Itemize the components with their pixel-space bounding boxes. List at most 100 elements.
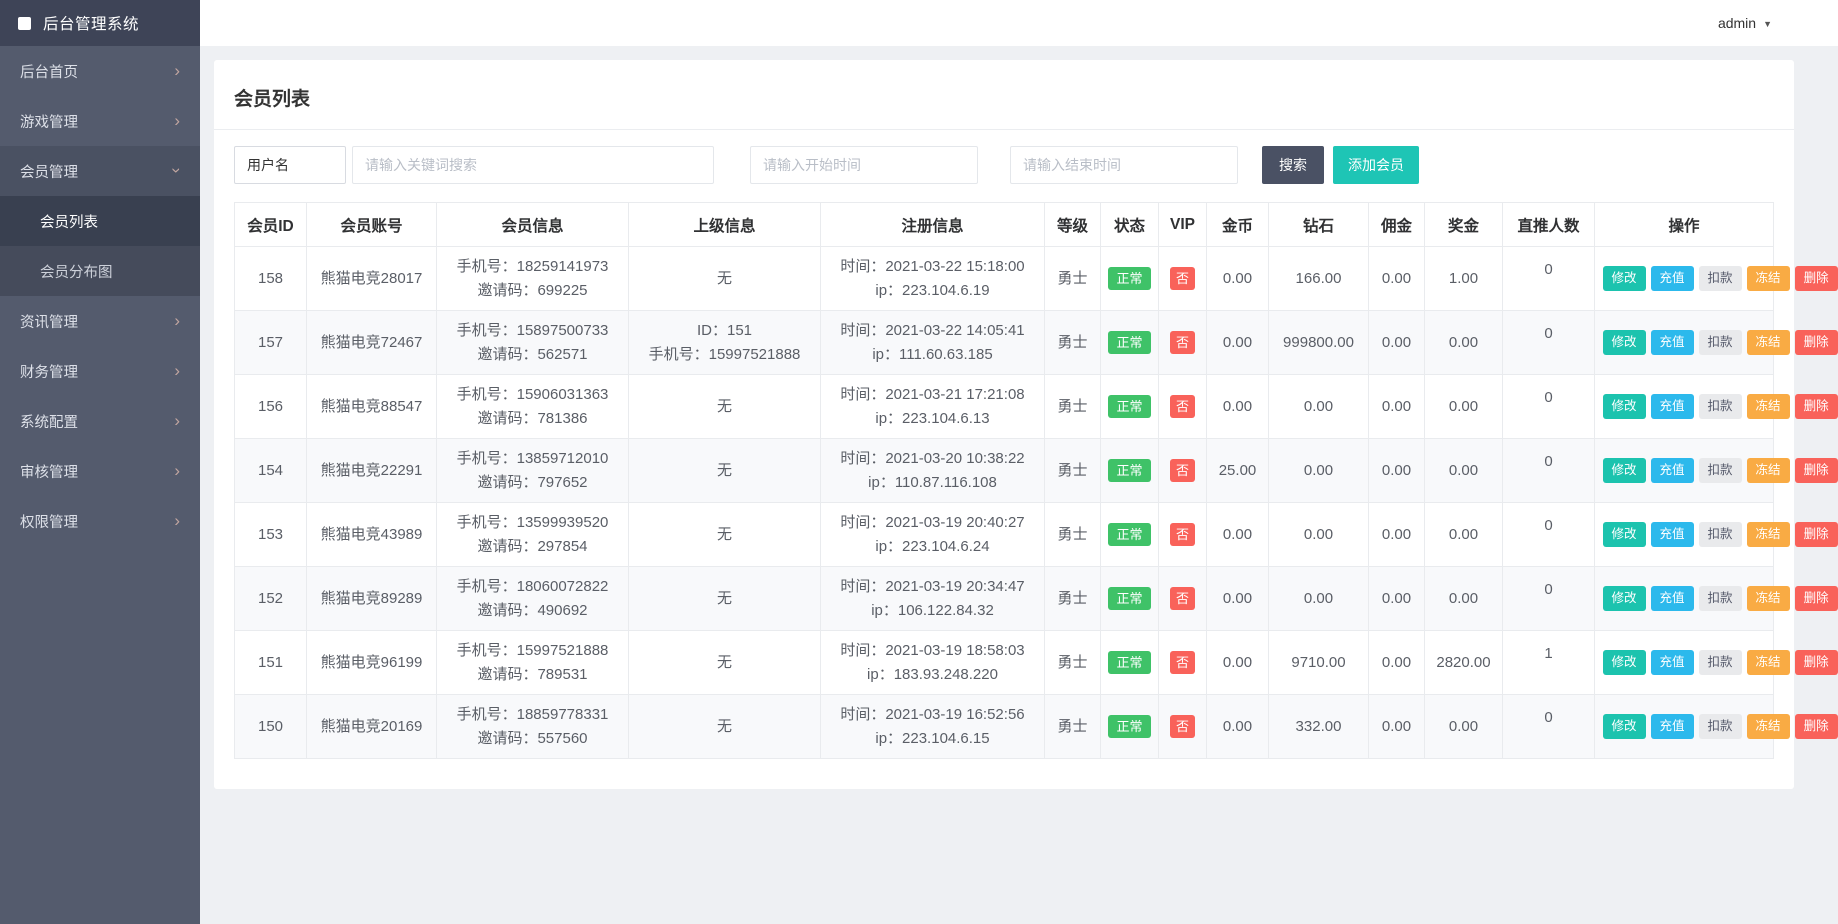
cell-parent-info: 无 xyxy=(629,247,821,311)
cell-account: 熊猫电竞22291 xyxy=(307,439,437,503)
cell-parent-info: 无 xyxy=(629,567,821,631)
cell-status: 正常 xyxy=(1101,695,1159,759)
keyword-input[interactable] xyxy=(352,146,714,184)
deduct-button[interactable]: 扣款 xyxy=(1699,266,1742,291)
cell-member-info: 手机号：18859778331邀请码：557560 xyxy=(437,695,629,759)
deduct-button[interactable]: 扣款 xyxy=(1699,458,1742,483)
end-time-input[interactable] xyxy=(1010,146,1238,184)
sidebar-item-游戏管理[interactable]: 游戏管理› xyxy=(0,96,200,146)
parent-info-line: ID：151 xyxy=(634,319,815,342)
cell-actions: 修改充值扣款冻结删除 xyxy=(1595,503,1774,567)
recharge-button[interactable]: 充值 xyxy=(1651,522,1694,547)
column-header-状态: 状态 xyxy=(1101,203,1159,247)
chevron-down-icon: ▼ xyxy=(1763,19,1772,29)
cell-account: 熊猫电竞28017 xyxy=(307,247,437,311)
chevron-right-icon: › xyxy=(174,112,180,129)
edit-button[interactable]: 修改 xyxy=(1603,458,1646,483)
edit-button[interactable]: 修改 xyxy=(1603,650,1646,675)
cell-referrals: 1 xyxy=(1503,631,1595,695)
deduct-button[interactable]: 扣款 xyxy=(1699,522,1742,547)
delete-button[interactable]: 删除 xyxy=(1795,394,1838,419)
delete-button[interactable]: 删除 xyxy=(1795,522,1838,547)
recharge-button[interactable]: 充值 xyxy=(1651,266,1694,291)
register-info-line: 时间：2021-03-22 15:18:00 xyxy=(826,255,1039,278)
cell-member-id: 158 xyxy=(235,247,307,311)
edit-button[interactable]: 修改 xyxy=(1603,522,1646,547)
recharge-button[interactable]: 充值 xyxy=(1651,714,1694,739)
cell-actions: 修改充值扣款冻结删除 xyxy=(1595,439,1774,503)
cell-commission: 0.00 xyxy=(1369,439,1425,503)
edit-button[interactable]: 修改 xyxy=(1603,714,1646,739)
cell-register-info: 时间：2021-03-19 16:52:56ip：223.104.6.15 xyxy=(821,695,1045,759)
cell-actions: 修改充值扣款冻结删除 xyxy=(1595,247,1774,311)
register-info-line: 时间：2021-03-19 20:40:27 xyxy=(826,511,1039,534)
deduct-button[interactable]: 扣款 xyxy=(1699,586,1742,611)
member-info-line: 邀请码：557560 xyxy=(442,727,623,750)
member-info-line: 手机号：13859712010 xyxy=(442,447,623,470)
delete-button[interactable]: 删除 xyxy=(1795,586,1838,611)
freeze-button[interactable]: 冻结 xyxy=(1747,330,1790,355)
user-dropdown[interactable]: admin ▼ xyxy=(1718,15,1772,31)
cell-account: 熊猫电竞89289 xyxy=(307,567,437,631)
sidebar-item-label: 系统配置 xyxy=(20,411,78,432)
freeze-button[interactable]: 冻结 xyxy=(1747,266,1790,291)
parent-info-line: 无 xyxy=(634,395,815,418)
cell-status: 正常 xyxy=(1101,439,1159,503)
freeze-button[interactable]: 冻结 xyxy=(1747,394,1790,419)
freeze-button[interactable]: 冻结 xyxy=(1747,650,1790,675)
add-member-button[interactable]: 添加会员 xyxy=(1333,146,1419,184)
app-title: 后台管理系统 xyxy=(43,12,139,34)
cell-member-id: 152 xyxy=(235,567,307,631)
delete-button[interactable]: 删除 xyxy=(1795,266,1838,291)
cell-level: 勇士 xyxy=(1045,503,1101,567)
sidebar-item-label: 财务管理 xyxy=(20,361,78,382)
chevron-right-icon: › xyxy=(174,62,180,79)
cell-bonus: 0.00 xyxy=(1425,503,1503,567)
chevron-right-icon: › xyxy=(174,362,180,379)
freeze-button[interactable]: 冻结 xyxy=(1747,714,1790,739)
edit-button[interactable]: 修改 xyxy=(1603,266,1646,291)
sidebar-subitem-会员分布图[interactable]: 会员分布图 xyxy=(0,246,200,296)
cell-level: 勇士 xyxy=(1045,247,1101,311)
cell-diamond: 0.00 xyxy=(1269,375,1369,439)
freeze-button[interactable]: 冻结 xyxy=(1747,458,1790,483)
table-header-row: 会员ID会员账号会员信息上级信息注册信息等级状态VIP金币钻石佣金奖金直推人数操… xyxy=(235,203,1774,247)
edit-button[interactable]: 修改 xyxy=(1603,330,1646,355)
deduct-button[interactable]: 扣款 xyxy=(1699,714,1742,739)
cell-vip: 否 xyxy=(1159,631,1207,695)
sidebar-item-后台首页[interactable]: 后台首页› xyxy=(0,46,200,96)
edit-button[interactable]: 修改 xyxy=(1603,586,1646,611)
freeze-button[interactable]: 冻结 xyxy=(1747,586,1790,611)
recharge-button[interactable]: 充值 xyxy=(1651,330,1694,355)
recharge-button[interactable]: 充值 xyxy=(1651,394,1694,419)
field-select[interactable]: 用户名 xyxy=(234,146,346,184)
cell-gold: 25.00 xyxy=(1207,439,1269,503)
start-time-input[interactable] xyxy=(750,146,978,184)
filter-bar: 用户名 搜索 添加会员 xyxy=(214,130,1794,196)
freeze-button[interactable]: 冻结 xyxy=(1747,522,1790,547)
delete-button[interactable]: 删除 xyxy=(1795,330,1838,355)
sidebar-item-资讯管理[interactable]: 资讯管理› xyxy=(0,296,200,346)
deduct-button[interactable]: 扣款 xyxy=(1699,650,1742,675)
sidebar-item-权限管理[interactable]: 权限管理› xyxy=(0,496,200,546)
cell-level: 勇士 xyxy=(1045,311,1101,375)
sidebar-item-审核管理[interactable]: 审核管理› xyxy=(0,446,200,496)
deduct-button[interactable]: 扣款 xyxy=(1699,330,1742,355)
sidebar-item-系统配置[interactable]: 系统配置› xyxy=(0,396,200,446)
delete-button[interactable]: 删除 xyxy=(1795,714,1838,739)
recharge-button[interactable]: 充值 xyxy=(1651,586,1694,611)
deduct-button[interactable]: 扣款 xyxy=(1699,394,1742,419)
register-info-line: 时间：2021-03-21 17:21:08 xyxy=(826,383,1039,406)
delete-button[interactable]: 删除 xyxy=(1795,650,1838,675)
recharge-button[interactable]: 充值 xyxy=(1651,458,1694,483)
search-button[interactable]: 搜索 xyxy=(1262,146,1324,184)
parent-info-line: 无 xyxy=(634,459,815,482)
sidebar-subitem-会员列表[interactable]: 会员列表 xyxy=(0,196,200,246)
table-row: 156熊猫电竞88547手机号：15906031363邀请码：781386无时间… xyxy=(235,375,1774,439)
edit-button[interactable]: 修改 xyxy=(1603,394,1646,419)
recharge-button[interactable]: 充值 xyxy=(1651,650,1694,675)
sidebar-item-会员管理[interactable]: 会员管理› xyxy=(0,146,200,196)
delete-button[interactable]: 删除 xyxy=(1795,458,1838,483)
cell-vip: 否 xyxy=(1159,695,1207,759)
sidebar-item-财务管理[interactable]: 财务管理 › xyxy=(0,346,200,396)
